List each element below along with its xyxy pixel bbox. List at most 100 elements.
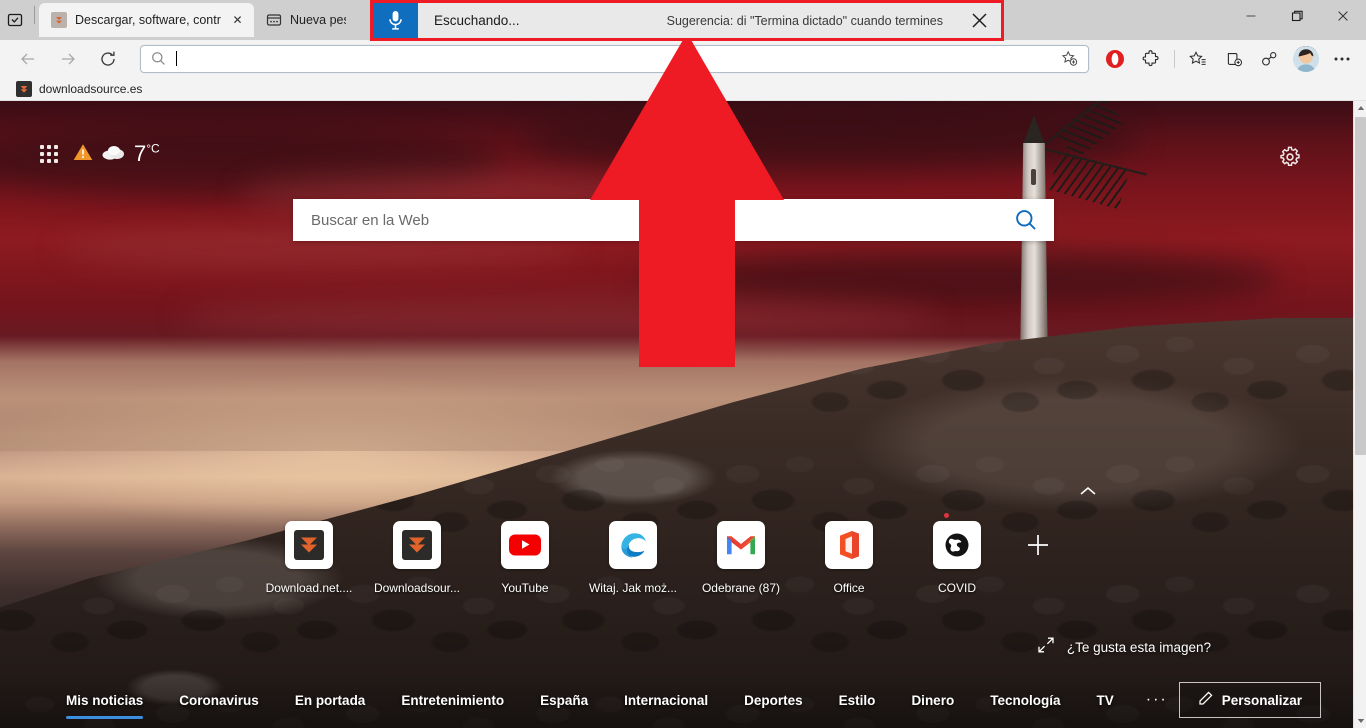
nav-more-icon[interactable]: ··· [1132, 691, 1182, 709]
browser-essentials-icon[interactable] [1254, 44, 1286, 74]
nav-item-internacional[interactable]: Internacional [606, 693, 726, 708]
close-icon[interactable]: ✕ [229, 12, 246, 29]
scroll-down-arrow[interactable] [1354, 714, 1366, 728]
downloadsource-tile-icon [393, 521, 441, 569]
covid-globe-icon [933, 521, 981, 569]
shortcut-tile[interactable]: YouTube [471, 521, 579, 595]
dictation-status: Escuchando... [434, 13, 520, 28]
shortcut-tile[interactable]: Downloadsour... [363, 521, 471, 595]
nav-item-mis-noticias[interactable]: Mis noticias [48, 693, 161, 719]
tab-title: Descargar, software, controladores [75, 13, 221, 27]
personalize-label: Personalizar [1221, 692, 1302, 708]
address-input[interactable] [177, 51, 1056, 66]
browser-toolbar [0, 40, 1366, 77]
browser-tab[interactable]: Descargar, software, controladores ✕ [39, 3, 254, 37]
shortcut-label: COVID [937, 581, 976, 595]
refresh-icon[interactable] [90, 44, 126, 74]
weather-widget[interactable]: 7°C [72, 141, 160, 167]
shortcut-tile[interactable]: COVID [903, 521, 1011, 595]
nav-item-estilo[interactable]: Estilo [821, 693, 894, 708]
address-bar[interactable] [140, 44, 1089, 73]
dictation-popup: Escuchando... Sugerencia: di "Termina di… [370, 0, 1004, 41]
image-feedback[interactable]: ¿Te gusta esta imagen? [1037, 636, 1211, 659]
toolbar-divider [1174, 49, 1175, 68]
nav-item-tecnologia[interactable]: Tecnología [972, 693, 1078, 708]
shortcut-label: Witaj. Jak moż... [588, 581, 677, 595]
red-marker-dot [944, 513, 949, 518]
profile-avatar[interactable] [1293, 45, 1319, 72]
add-favorite-icon[interactable] [1056, 47, 1082, 71]
downloadsource-favicon [16, 80, 32, 97]
shortcut-label: Download.net.... [265, 581, 353, 595]
tab-divider [34, 5, 35, 24]
bookmarks-bar: downloadsource.es [0, 77, 1366, 101]
edge-icon [609, 521, 657, 569]
dictation-hint: Sugerencia: di "Termina dictado" cuando … [666, 13, 943, 28]
news-nav-bar: Mis noticias Coronavirus En portada Entr… [0, 672, 1353, 728]
image-feedback-label: ¿Te gusta esta imagen? [1066, 640, 1211, 655]
gmail-icon [717, 521, 765, 569]
nav-item-espana[interactable]: España [522, 693, 606, 708]
shortcut-label: Downloadsour... [373, 581, 461, 595]
back-arrow-icon[interactable] [10, 44, 46, 74]
apps-grid-icon[interactable] [40, 145, 58, 163]
toolbar-right-icons [1097, 44, 1366, 74]
opera-extension-icon[interactable] [1099, 44, 1131, 74]
search-icon[interactable] [998, 208, 1054, 232]
shortcut-tile[interactable]: Office [795, 521, 903, 595]
restore-icon[interactable] [1274, 0, 1320, 32]
forward-arrow-icon[interactable] [50, 44, 86, 74]
bookmark-item[interactable]: downloadsource.es [8, 79, 150, 99]
shortcut-tile[interactable]: Download.net.... [255, 521, 363, 595]
scrollbar-thumb[interactable] [1355, 117, 1366, 455]
weather-temperature: 7°C [134, 141, 160, 166]
page-settings-gear-icon[interactable] [1275, 142, 1305, 172]
page-top-widgets: 7°C [40, 141, 160, 167]
office-icon [825, 521, 873, 569]
news-nav-items: Mis noticias Coronavirus En portada Entr… [0, 691, 1182, 719]
downloadsource-favicon [51, 12, 67, 28]
pencil-icon [1198, 691, 1213, 709]
shortcut-label: Office [833, 581, 865, 595]
close-icon[interactable] [1320, 0, 1366, 32]
scroll-up-arrow[interactable] [1354, 101, 1366, 115]
browser-tab[interactable]: Nueva pestaña [254, 3, 354, 37]
weather-alert-icon [72, 142, 94, 167]
cloud-streak [180, 297, 940, 337]
extensions-puzzle-icon[interactable] [1135, 44, 1167, 74]
personalize-button[interactable]: Personalizar [1178, 682, 1321, 718]
add-shortcut-plus-icon[interactable] [1011, 521, 1065, 569]
nav-item-deportes[interactable]: Deportes [726, 693, 821, 708]
shortcut-label: Odebrane (87) [701, 581, 781, 595]
nav-item-dinero[interactable]: Dinero [893, 693, 972, 708]
shortcut-tile[interactable]: Witaj. Jak moż... [579, 521, 687, 595]
collections-icon[interactable] [1218, 44, 1250, 74]
youtube-icon [501, 521, 549, 569]
weather-unit: °C [146, 141, 160, 156]
search-icon [151, 51, 167, 67]
shortcut-label: YouTube [501, 581, 549, 595]
minimize-icon[interactable] [1228, 0, 1274, 32]
web-search-box[interactable] [293, 199, 1054, 241]
microphone-icon[interactable] [373, 3, 418, 38]
nav-item-coronavirus[interactable]: Coronavirus [161, 693, 277, 708]
chevron-up-icon[interactable] [1076, 479, 1100, 503]
expand-image-icon[interactable] [1037, 636, 1055, 659]
shortcut-tile[interactable]: Odebrane (87) [687, 521, 795, 595]
nav-item-en-portada[interactable]: En portada [277, 693, 384, 708]
search-input[interactable] [293, 211, 998, 229]
nav-item-entretenimiento[interactable]: Entretenimiento [383, 693, 522, 708]
downloadsource-tile-icon [285, 521, 333, 569]
more-options-icon[interactable] [1326, 44, 1358, 74]
new-tab-page: 7°C Download.net.... Downloadsour... [0, 101, 1353, 728]
close-icon[interactable] [957, 3, 1001, 38]
tower-roof [1022, 115, 1046, 147]
tab-actions-icon[interactable] [0, 0, 30, 40]
newtab-icon [266, 12, 282, 28]
shortcut-tiles: Download.net.... Downloadsour... YouTube [255, 521, 1065, 595]
tower-window [1031, 169, 1036, 185]
nav-item-tv[interactable]: TV [1078, 693, 1131, 708]
bookmark-label: downloadsource.es [39, 81, 143, 96]
favorites-star-icon[interactable] [1182, 44, 1214, 74]
page-scrollbar[interactable] [1353, 101, 1366, 728]
